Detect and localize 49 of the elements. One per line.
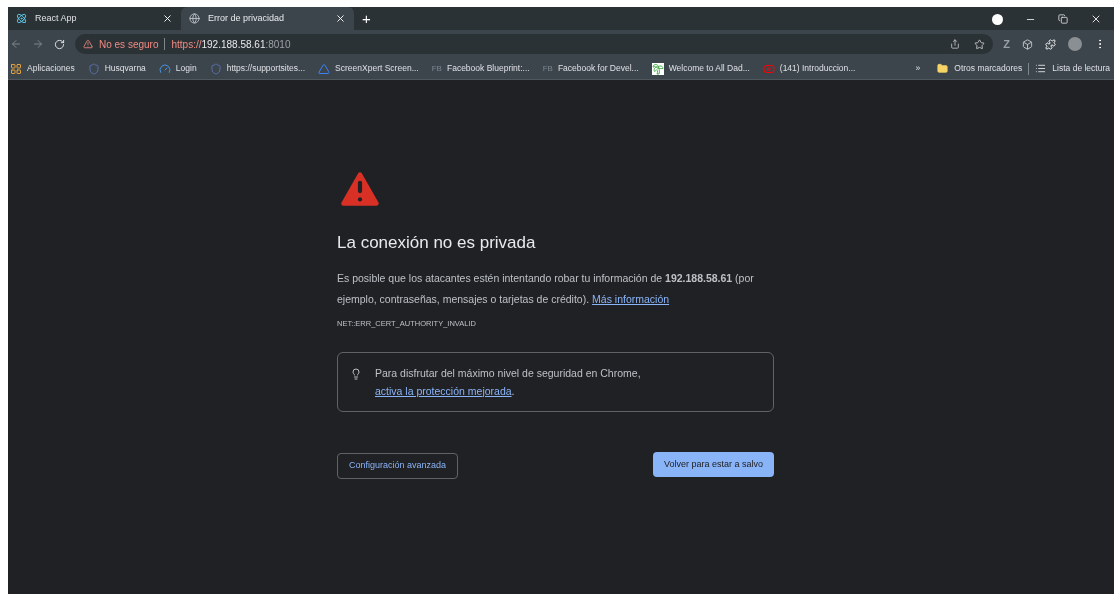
close-icon[interactable] — [335, 13, 346, 24]
tab-title: React App — [35, 11, 78, 25]
other-bookmarks-item[interactable]: Otros marcadores — [954, 62, 1023, 75]
error-description: Es posible que los atacantes estén intentando robar tu información de 192.188.58.61 (por ejemplo, contraseñas, mensajes o tarjetas de crédito). Más información — [337, 270, 755, 307]
bookmark-item[interactable]: https://supportsites... — [209, 62, 306, 75]
browser-tab[interactable]: Error de privacidad — [181, 7, 354, 30]
avatar-icon[interactable] — [1068, 37, 1082, 51]
security-label: No es seguro — [99, 37, 159, 52]
bookmark-item[interactable]: (141) Introduccion... — [762, 62, 856, 75]
enhanced-protection-link[interactable]: activa la protección mejorada — [375, 384, 512, 397]
video-play-icon — [762, 62, 775, 75]
globe-icon — [189, 13, 200, 24]
restore-icon[interactable] — [1058, 14, 1068, 24]
bookmark-item[interactable]: Login — [158, 62, 197, 75]
reload-icon[interactable] — [54, 38, 65, 50]
list-icon — [1035, 63, 1047, 74]
share-icon[interactable] — [950, 39, 961, 49]
bookmark-item[interactable]: Husqvarna — [87, 62, 146, 75]
close-icon[interactable] — [162, 13, 173, 24]
more-bookmarks-button[interactable]: » — [915, 62, 921, 75]
extension-z-icon[interactable]: Z — [1003, 35, 1010, 53]
back-to-safety-button[interactable]: Volver para estar a salvo — [652, 452, 774, 478]
puzzle-icon[interactable] — [1045, 38, 1056, 50]
url-text: https://192.188.58.61:8010 — [171, 37, 291, 52]
triangle-icon — [318, 62, 331, 75]
more-info-link[interactable]: Más información — [592, 292, 670, 305]
tip-text: Para disfrutar del máximo nivel de seguridad en Chrome, activa la protección mejorada. — [375, 365, 642, 399]
shield-icon — [87, 62, 100, 75]
browser-tab[interactable]: React App — [8, 7, 181, 30]
error-heading: La conexión no es privada — [337, 232, 537, 254]
advanced-settings-button[interactable]: Configuración avanzada — [337, 452, 459, 479]
new-tab-button[interactable]: + — [362, 11, 371, 26]
palm-tree-icon — [651, 62, 664, 75]
lightbulb-icon — [350, 367, 362, 380]
star-icon[interactable] — [974, 38, 986, 50]
apps-grid-icon — [10, 62, 22, 75]
reading-list-item[interactable]: Lista de lectura — [1052, 62, 1110, 75]
gauge-icon — [158, 62, 171, 75]
bookmark-item[interactable]: Aplicaciones — [10, 62, 75, 75]
address-bar[interactable]: No es seguro https://192.188.58.61:8010 — [75, 34, 994, 54]
tab-title: Error de privacidad — [208, 11, 286, 25]
shield-icon — [209, 62, 222, 75]
bookmark-item[interactable]: Welcome to All Dad... — [651, 62, 750, 75]
warning-icon — [83, 39, 93, 49]
cube-icon[interactable] — [1022, 38, 1033, 50]
bookmark-item[interactable]: ScreenXpert Screen... — [318, 62, 419, 75]
atom-icon — [16, 13, 27, 24]
close-icon[interactable] — [1090, 13, 1102, 25]
folder-icon — [937, 63, 949, 74]
